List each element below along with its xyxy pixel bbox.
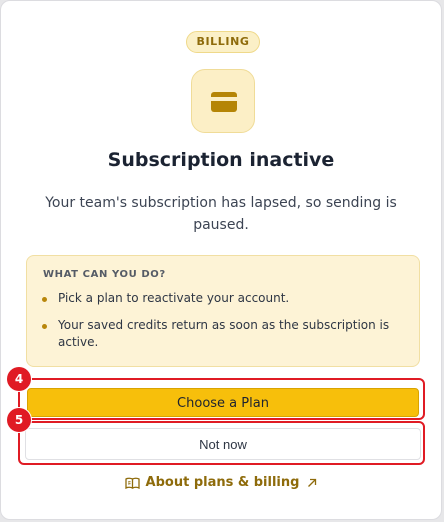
credit-card-icon [211, 92, 237, 112]
marker-badge-5: 5 [7, 408, 31, 432]
billing-badge: BILLING [186, 31, 260, 53]
about-billing-label: About plans & billing [145, 475, 300, 490]
info-list-item: Your saved credits return as soon as the… [42, 317, 405, 351]
subscription-dialog: BILLING Subscription inactive Your team'… [0, 0, 442, 520]
icon-tile [191, 69, 255, 133]
info-heading: WHAT CAN YOU DO? [43, 269, 166, 280]
choose-plan-button[interactable]: Choose a Plan [27, 388, 419, 417]
dialog-description: Your team's subscription has lapsed, so … [45, 195, 397, 233]
not-now-button[interactable]: Not now [25, 428, 421, 460]
info-box: WHAT CAN YOU DO? Pick a plan to reactiva… [26, 255, 420, 367]
book-icon [124, 477, 140, 489]
dialog-title: Subscription inactive [107, 149, 335, 171]
marker-badge-4: 4 [7, 367, 31, 391]
external-arrow-icon [308, 478, 317, 487]
info-list-item: Pick a plan to reactivate your account. [42, 290, 405, 307]
about-billing-link[interactable]: About plans & billing [1, 475, 441, 490]
